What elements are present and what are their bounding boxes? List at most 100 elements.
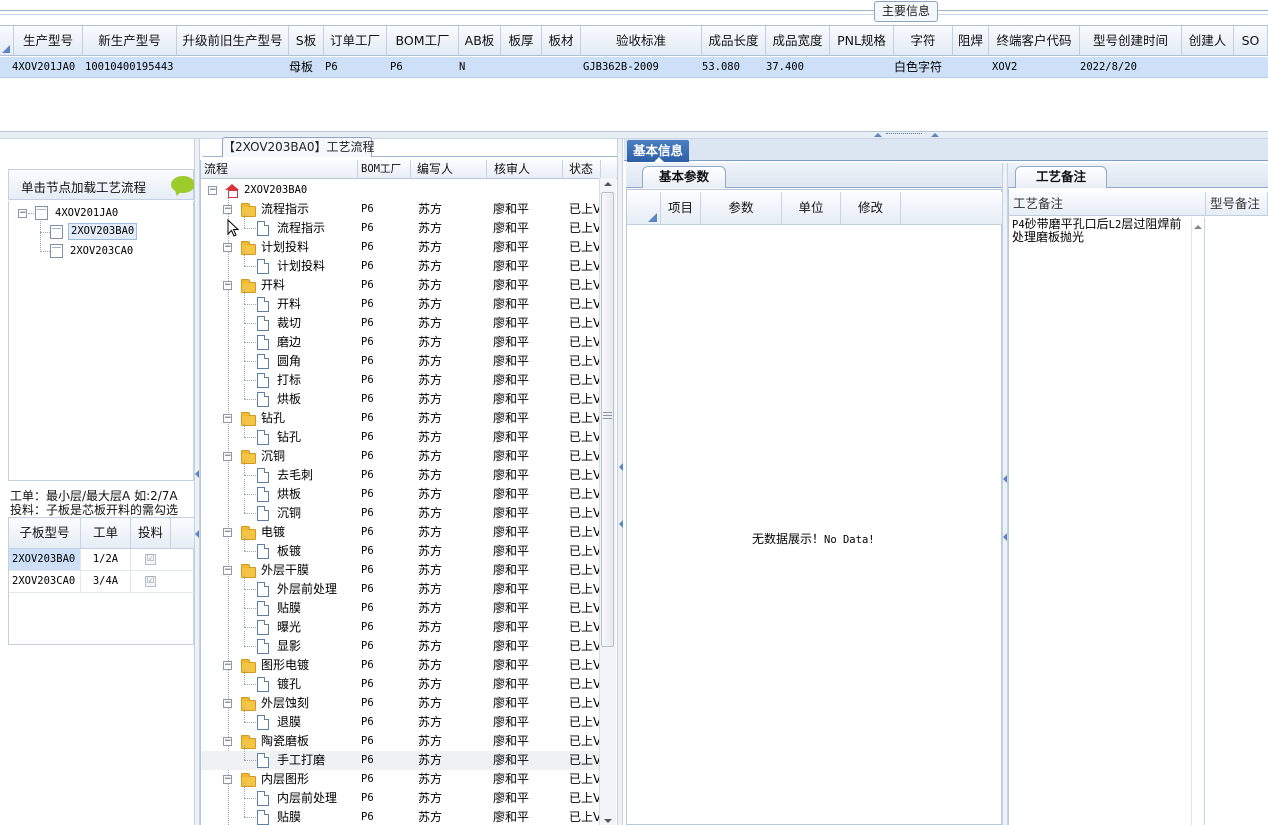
tree-node-step[interactable]: 圆角 P6 苏方 廖和平 已上V bbox=[201, 346, 601, 371]
table-row[interactable]: 2XOV203CA0 3/4A ☑ bbox=[9, 571, 195, 593]
col-creator[interactable]: 创建人 bbox=[1182, 26, 1234, 55]
col-reviewer[interactable]: 核审人 bbox=[487, 160, 563, 178]
collapse-icon[interactable]: − bbox=[223, 452, 232, 461]
splitter-grip-icon[interactable] bbox=[886, 133, 922, 136]
remark-scrollbar[interactable] bbox=[1191, 217, 1205, 825]
tree-node-step[interactable]: 烘板 P6 苏方 廖和平 已上V bbox=[201, 479, 601, 504]
chat-bubble-icon[interactable] bbox=[171, 176, 195, 193]
col-length[interactable]: 成品长度 bbox=[702, 26, 766, 55]
tree-node-step[interactable]: 计划投料 P6 苏方 廖和平 已上V bbox=[201, 251, 601, 276]
main-grid-row[interactable]: 4XOV201JA0 10010400195443 母板 P6 P6 N GJB… bbox=[0, 57, 1268, 78]
scroll-up-icon[interactable] bbox=[1194, 225, 1202, 229]
collapse-icon[interactable]: − bbox=[208, 186, 217, 195]
col-feed[interactable]: 投料 bbox=[131, 518, 171, 548]
tree-node-step[interactable]: 曝光 P6 苏方 廖和平 已上V bbox=[201, 612, 601, 637]
col-old-model[interactable]: 升级前旧生产型号 bbox=[177, 26, 289, 55]
collapse-up-icon[interactable] bbox=[874, 133, 882, 137]
tree-node-step[interactable]: 退膜 P6 苏方 廖和平 已上V bbox=[201, 707, 601, 732]
collapse-icon[interactable]: − bbox=[223, 699, 232, 708]
collapse-icon[interactable]: − bbox=[223, 281, 232, 290]
tree-node-root[interactable]: − 2XOV203BA0 bbox=[201, 181, 601, 200]
col-process[interactable]: 流程 bbox=[201, 160, 358, 178]
col-status[interactable]: 状态 bbox=[563, 160, 601, 178]
tree-node-step[interactable]: 贴膜 P6 苏方 廖和平 已上V bbox=[201, 593, 601, 618]
col-width[interactable]: 成品宽度 bbox=[766, 26, 830, 55]
col-order[interactable]: 工单 bbox=[81, 518, 131, 548]
col-create-time[interactable]: 型号创建时间 bbox=[1080, 26, 1182, 55]
tree-node-group[interactable]: − 电镀 P6 苏方 廖和平 已上V bbox=[201, 523, 601, 542]
collapse-left-icon[interactable] bbox=[1003, 533, 1007, 541]
collapse-icon[interactable]: − bbox=[223, 414, 232, 423]
tree-node-step[interactable]: 开料 P6 苏方 廖和平 已上V bbox=[201, 289, 601, 314]
tree-node-child[interactable]: 2XOV203CA0 bbox=[70, 242, 133, 260]
col-process-remark[interactable]: 工艺备注 bbox=[1009, 192, 1206, 215]
col-unit[interactable]: 单位 bbox=[782, 192, 841, 224]
tree-node-step[interactable]: 板镀 P6 苏方 廖和平 已上V bbox=[201, 536, 601, 561]
collapse-left-icon[interactable] bbox=[619, 463, 623, 471]
tree-node-step[interactable]: 烘板 P6 苏方 廖和平 已上V bbox=[201, 384, 601, 409]
col-order-factory[interactable]: 订单工厂 bbox=[324, 26, 387, 55]
col-sub-model[interactable]: 子板型号 bbox=[9, 518, 81, 548]
collapse-icon[interactable]: − bbox=[223, 243, 232, 252]
process-remark-text[interactable]: P4砂带磨平孔口后L2层过阻焊前 处理磨板抛光 bbox=[1012, 218, 1192, 243]
collapse-icon[interactable]: − bbox=[223, 566, 232, 575]
collapse-icon[interactable]: − bbox=[223, 775, 232, 784]
tree-node-child[interactable]: 2XOV203BA0 bbox=[68, 223, 138, 240]
tree-node-step[interactable]: 镀孔 P6 苏方 廖和平 已上V bbox=[201, 669, 601, 694]
col-param[interactable]: 参数 bbox=[701, 192, 782, 224]
collapse-up-icon[interactable] bbox=[931, 133, 939, 137]
tree-node-group[interactable]: − 外层蚀刻 P6 苏方 廖和平 已上V bbox=[201, 694, 601, 713]
tree-node-group[interactable]: − 沉铜 P6 苏方 廖和平 已上V bbox=[201, 447, 601, 466]
feed-checkbox[interactable]: ☑ bbox=[145, 554, 156, 565]
col-bom-factory[interactable]: BOM工厂 bbox=[387, 26, 459, 55]
tree-node-step[interactable]: 贴膜 P6 苏方 廖和平 已上V bbox=[201, 802, 601, 825]
col-char[interactable]: 字符 bbox=[894, 26, 953, 55]
collapse-left-icon[interactable] bbox=[195, 530, 199, 538]
col-model-remark[interactable]: 型号备注 bbox=[1206, 192, 1268, 215]
col-thickness[interactable]: 板厚 bbox=[501, 26, 542, 55]
tree-node-step[interactable]: 手工打磨 P6 苏方 廖和平 已上V bbox=[201, 745, 601, 770]
tree-node-step[interactable]: 裁切 P6 苏方 廖和平 已上V bbox=[201, 308, 601, 333]
collapse-icon[interactable]: − bbox=[223, 205, 232, 214]
collapse-icon[interactable]: − bbox=[223, 737, 232, 746]
col-writer[interactable]: 编写人 bbox=[411, 160, 487, 178]
col-solder-mask[interactable]: 阻焊 bbox=[953, 26, 989, 55]
col-item[interactable]: 项目 bbox=[661, 192, 701, 224]
tree-node-group[interactable]: − 外层干膜 P6 苏方 廖和平 已上V bbox=[201, 561, 601, 580]
collapse-icon[interactable]: − bbox=[18, 209, 27, 218]
table-row[interactable]: 2XOV203BA0 1/2A ☑ bbox=[9, 549, 195, 571]
collapse-left-icon[interactable] bbox=[1003, 475, 1007, 483]
tree-node-group[interactable]: − 计划投料 P6 苏方 廖和平 已上V bbox=[201, 238, 601, 257]
col-new-model[interactable]: 新生产型号 bbox=[83, 26, 177, 55]
tree-node-step[interactable]: 显影 P6 苏方 廖和平 已上V bbox=[201, 631, 601, 656]
col-s-board[interactable]: S板 bbox=[289, 26, 324, 55]
collapse-icon[interactable]: − bbox=[223, 528, 232, 537]
tree-node-step[interactable]: 外层前处理 P6 苏方 廖和平 已上V bbox=[201, 574, 601, 599]
col-pnl[interactable]: PNL规格 bbox=[830, 26, 894, 55]
tree-node-step[interactable]: 磨边 P6 苏方 廖和平 已上V bbox=[201, 327, 601, 352]
scrollbar-thumb[interactable] bbox=[601, 192, 614, 647]
tree-node-root[interactable]: 4XOV201JA0 bbox=[55, 204, 118, 222]
tree-node-group[interactable]: − 陶瓷磨板 P6 苏方 廖和平 已上V bbox=[201, 732, 601, 751]
tree-node-group[interactable]: − 图形电镀 P6 苏方 廖和平 已上V bbox=[201, 656, 601, 675]
col-ab-board[interactable]: AB板 bbox=[459, 26, 501, 55]
tree-node-group[interactable]: − 内层图形 P6 苏方 廖和平 已上V bbox=[201, 770, 601, 789]
collapse-icon[interactable]: − bbox=[223, 661, 232, 670]
col-prod-model[interactable]: 生产型号 bbox=[14, 26, 83, 55]
vertical-splitter[interactable] bbox=[617, 139, 623, 825]
col-material[interactable]: 板材 bbox=[542, 26, 581, 55]
scroll-up-icon[interactable] bbox=[604, 182, 612, 186]
collapse-left-icon[interactable] bbox=[195, 470, 199, 478]
tree-node-step[interactable]: 去毛刺 P6 苏方 廖和平 已上V bbox=[201, 460, 601, 485]
col-bom-factory[interactable]: BOM工厂 bbox=[358, 160, 411, 178]
tree-node-group[interactable]: − 开料 P6 苏方 廖和平 已上V bbox=[201, 276, 601, 295]
tree-node-group[interactable]: − 流程指示 P6 苏方 廖和平 已上V bbox=[201, 200, 601, 219]
col-modify[interactable]: 修改 bbox=[841, 192, 901, 224]
tree-node-step[interactable]: 钻孔 P6 苏方 廖和平 已上V bbox=[201, 422, 601, 447]
tab-process-remarks[interactable]: 工艺备注 bbox=[1015, 166, 1107, 188]
col-cust-code[interactable]: 终端客户代码 bbox=[989, 26, 1080, 55]
scroll-down-icon[interactable] bbox=[604, 819, 612, 823]
collapse-left-icon[interactable] bbox=[619, 520, 623, 528]
tab-basic-params[interactable]: 基本参数 bbox=[642, 166, 726, 188]
tree-node-step[interactable]: 流程指示 P6 苏方 廖和平 已上V bbox=[201, 213, 601, 238]
